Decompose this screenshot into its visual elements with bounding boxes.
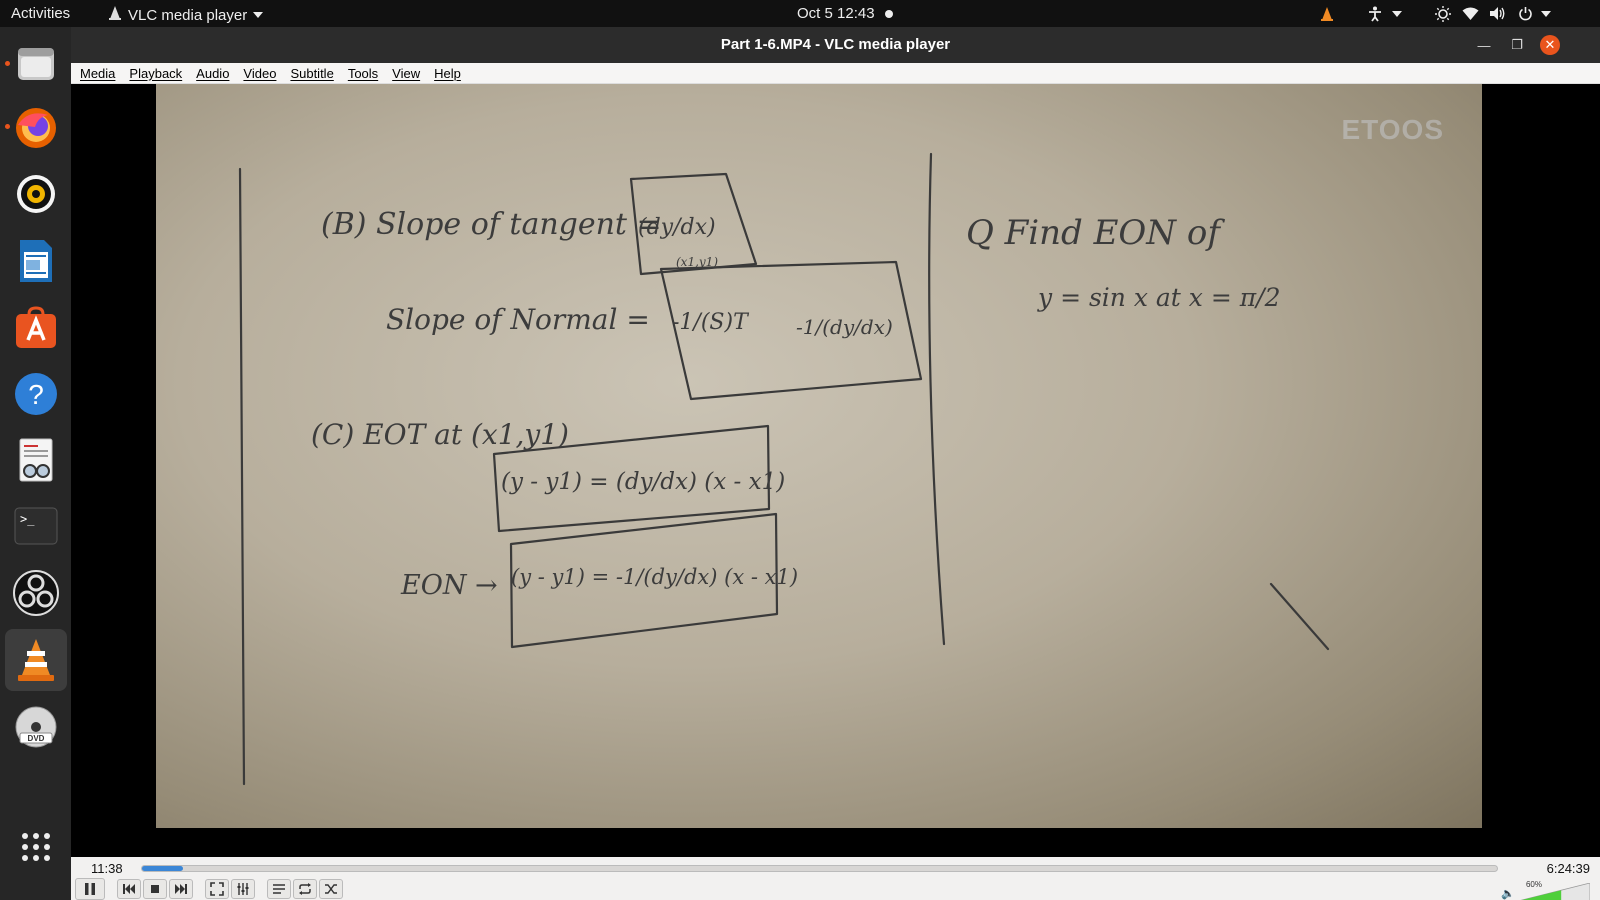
shuffle-icon [325, 884, 337, 894]
loop-icon [299, 883, 311, 895]
label-normal-frac2: -1/(dy/dx) [796, 315, 893, 339]
show-apps-icon[interactable] [5, 816, 67, 878]
loop-button[interactable] [293, 879, 317, 899]
shuffle-button[interactable] [319, 879, 343, 899]
label-dydx: (dy/dx) [638, 215, 716, 240]
svg-text:?: ? [28, 379, 44, 410]
system-menu-chevron-icon[interactable] [1541, 5, 1551, 22]
stop-button[interactable] [143, 879, 167, 899]
help-icon[interactable]: ? [5, 363, 67, 425]
menu-media[interactable]: Media [80, 66, 115, 81]
app-menu[interactable]: VLC media player [108, 5, 264, 25]
seek-progress [142, 866, 184, 871]
accessibility-icon[interactable] [1368, 5, 1382, 22]
playback-controls: 11:38 6:24:39 🔈 60% [71, 857, 1600, 900]
equalizer-icon [237, 883, 249, 895]
maximize-button[interactable]: ❐ [1507, 35, 1527, 55]
label-question: Q Find EON of [966, 213, 1225, 253]
playlist-button[interactable] [267, 879, 291, 899]
menu-bar: Media Playback Audio Video Subtitle Tool… [71, 63, 1600, 84]
whiteboard-drawing: (B) Slope of tangent = (dy/dx) (x1,y1) S… [238, 152, 1330, 786]
writer-icon[interactable] [5, 230, 67, 292]
app-menu-label: VLC media player [128, 6, 248, 24]
next-icon [175, 884, 187, 894]
svg-text:>_: >_ [20, 512, 35, 526]
rhythmbox-icon[interactable] [5, 163, 67, 225]
menu-audio[interactable]: Audio [196, 66, 229, 81]
accessibility-chevron-icon[interactable] [1392, 5, 1402, 22]
board-line-middle [928, 152, 946, 646]
label-normal-frac1: -1/(S)T [672, 310, 750, 335]
software-icon[interactable] [5, 297, 67, 359]
speaker-icon[interactable]: 🔈 [1501, 887, 1515, 900]
playlist-icon [273, 884, 285, 894]
menu-view[interactable]: View [392, 66, 420, 81]
label-eon-equation: (y - y1) = -1/(dy/dx) (x - x1) [511, 565, 798, 589]
terminal-icon[interactable]: >_ [5, 495, 67, 557]
vlc-tray-icon[interactable] [1320, 5, 1334, 22]
fullscreen-icon [210, 882, 224, 896]
board-stroke [1269, 582, 1330, 651]
label-eot-equation: (y - y1) = (dy/dx) (x - x1) [501, 469, 785, 495]
extended-settings-button[interactable] [231, 879, 255, 899]
menu-video[interactable]: Video [243, 66, 276, 81]
menu-subtitle[interactable]: Subtitle [290, 66, 333, 81]
vlc-small-icon [108, 5, 122, 25]
label-slope-normal: Slope of Normal = [386, 303, 650, 336]
menu-tools[interactable]: Tools [348, 66, 378, 81]
brightness-icon[interactable] [1435, 5, 1451, 22]
close-button[interactable]: ✕ [1540, 35, 1560, 55]
clock-label: Oct 5 12:43 [797, 5, 875, 22]
previous-button[interactable] [117, 879, 141, 899]
label-slope-tangent: (B) Slope of tangent = [321, 207, 662, 242]
label-eon: EON → [400, 570, 498, 601]
power-icon[interactable] [1518, 5, 1533, 22]
firefox-icon[interactable] [5, 97, 67, 159]
video-frame[interactable]: ETOOS (B) Slope of tangent = (dy/dx) (x1… [156, 84, 1482, 828]
previous-icon [123, 884, 135, 894]
volume-slider[interactable] [1518, 883, 1590, 900]
dvd-icon[interactable]: DVD [5, 696, 67, 758]
pause-button[interactable] [75, 878, 105, 900]
system-tray [1300, 0, 1600, 27]
menu-playback[interactable]: Playback [129, 66, 182, 81]
minimize-button[interactable]: — [1474, 35, 1494, 55]
vlc-icon[interactable] [5, 629, 67, 691]
menu-help[interactable]: Help [434, 66, 461, 81]
time-total[interactable]: 6:24:39 [1547, 861, 1590, 876]
wifi-icon[interactable] [1462, 5, 1479, 22]
label-eot: (C) EOT at (x1,y1) [311, 418, 569, 451]
pause-icon [85, 883, 95, 895]
fullscreen-button[interactable] [205, 879, 229, 899]
volume-icon[interactable] [1489, 5, 1506, 22]
seek-slider[interactable] [141, 865, 1498, 872]
next-button[interactable] [169, 879, 193, 899]
top-bar: Activities VLC media player Oct 5 12:43 [0, 0, 1600, 27]
time-elapsed[interactable]: 11:38 [91, 861, 123, 876]
notification-dot-icon [884, 9, 893, 18]
document-viewer-icon[interactable] [5, 429, 67, 491]
video-area[interactable]: ETOOS (B) Slope of tangent = (dy/dx) (x1… [71, 84, 1600, 857]
activities-button[interactable]: Activities [11, 5, 70, 22]
svg-text:DVD: DVD [28, 734, 45, 743]
dock: ? >_ DVD [0, 27, 71, 900]
window-title: Part 1-6.MP4 - VLC media player [720, 36, 951, 53]
vlc-window: Part 1-6.MP4 - VLC media player — ❐ ✕ Me… [71, 27, 1600, 900]
clock[interactable]: Oct 5 12:43 [797, 5, 893, 22]
stop-icon [151, 885, 159, 893]
label-point-sub: (x1,y1) [676, 255, 718, 269]
obs-icon[interactable] [5, 562, 67, 624]
files-icon[interactable] [5, 32, 67, 94]
board-line-left [238, 167, 246, 786]
label-question-equation: y = sin x at x = π/2 [1037, 283, 1280, 312]
chevron-down-icon [253, 12, 264, 18]
window-titlebar[interactable]: Part 1-6.MP4 - VLC media player — ❐ ✕ [71, 27, 1600, 63]
